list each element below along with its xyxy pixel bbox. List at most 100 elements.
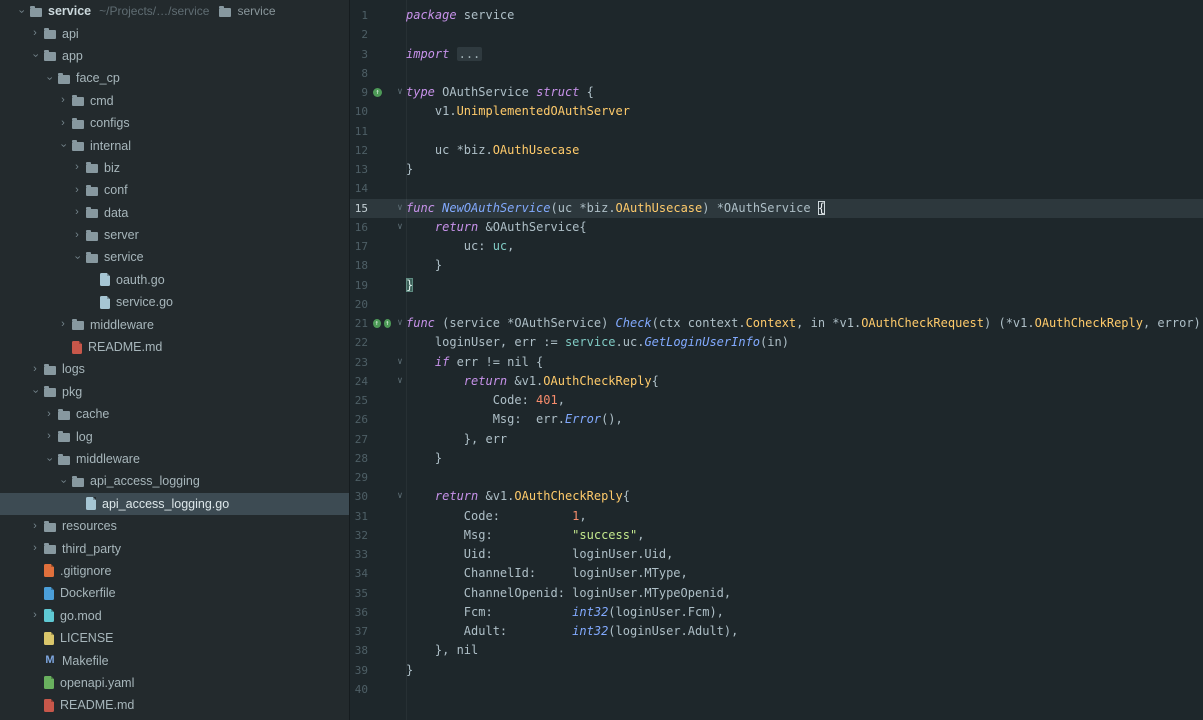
chevron-right-icon[interactable]: › (68, 230, 86, 241)
chevron-right-icon[interactable]: › (54, 118, 72, 129)
code-line[interactable]: 16∨ return &OAuthService{ (350, 218, 1203, 237)
code-line[interactable]: 12 uc *biz.OAuthUsecase (350, 141, 1203, 160)
line-number[interactable]: 9 (350, 83, 368, 102)
line-number[interactable]: 17 (350, 237, 368, 256)
line-number[interactable]: 29 (350, 468, 368, 487)
line-number[interactable]: 27 (350, 430, 368, 449)
line-number[interactable]: 20 (350, 295, 368, 314)
line-number[interactable]: 32 (350, 526, 368, 545)
code-line[interactable]: 24∨ return &v1.OAuthCheckReply{ (350, 372, 1203, 391)
fold-marker-icon[interactable]: ∨ (394, 353, 406, 372)
line-number[interactable]: 19 (350, 276, 368, 295)
line-number[interactable]: 14 (350, 179, 368, 198)
line-number[interactable]: 18 (350, 256, 368, 275)
chevron-right-icon[interactable]: › (26, 364, 44, 375)
tree-item-middleware[interactable]: ›middleware (0, 313, 349, 335)
tree-item-biz[interactable]: ›biz (0, 157, 349, 179)
chevron-down-icon[interactable]: › (58, 472, 69, 490)
tree-item-oauth-go[interactable]: oauth.go (0, 269, 349, 291)
line-number[interactable]: 23 (350, 353, 368, 372)
fold-marker-icon[interactable]: ∨ (394, 199, 406, 218)
tree-item-readme-md[interactable]: README.md (0, 336, 349, 358)
code-line[interactable]: 3import ... (350, 45, 1203, 64)
code-line[interactable]: 26 Msg: err.Error(), (350, 410, 1203, 429)
tree-item-data[interactable]: ›data (0, 202, 349, 224)
line-number[interactable]: 11 (350, 122, 368, 141)
tree-item-server[interactable]: ›server (0, 224, 349, 246)
line-number[interactable]: 22 (350, 333, 368, 352)
tree-item-cmd[interactable]: ›cmd (0, 90, 349, 112)
line-number[interactable]: 31 (350, 507, 368, 526)
code-editor[interactable]: 1package service23import ...89↑∨type OAu… (350, 0, 1203, 720)
code-line[interactable]: 38 }, nil (350, 641, 1203, 660)
code-line[interactable]: 15∨func NewOAuthService(uc *biz.OAuthUse… (350, 199, 1203, 218)
tree-item-service[interactable]: ›service (0, 246, 349, 268)
tree-item-service-go[interactable]: service.go (0, 291, 349, 313)
tree-item-app[interactable]: ›app (0, 45, 349, 67)
tree-item-logs[interactable]: ›logs (0, 358, 349, 380)
code-line[interactable]: 10 v1.UnimplementedOAuthServer (350, 102, 1203, 121)
code-line[interactable]: 28 } (350, 449, 1203, 468)
code-line[interactable]: 11 (350, 122, 1203, 141)
code-line[interactable]: 31 Code: 1, (350, 507, 1203, 526)
line-number[interactable]: 24 (350, 372, 368, 391)
line-number[interactable]: 33 (350, 545, 368, 564)
chevron-down-icon[interactable]: › (72, 248, 83, 266)
tree-item-log[interactable]: ›log (0, 425, 349, 447)
fold-marker-icon[interactable]: ∨ (394, 218, 406, 237)
line-number[interactable]: 3 (350, 45, 368, 64)
line-number[interactable]: 36 (350, 603, 368, 622)
implements-icon[interactable]: ↑ (373, 319, 381, 328)
line-number[interactable]: 39 (350, 661, 368, 680)
code-line[interactable]: 37 Adult: int32(loginUser.Adult), (350, 622, 1203, 641)
tree-item-api-access-logging-go[interactable]: api_access_logging.go (0, 493, 349, 515)
tree-item-dockerfile[interactable]: Dockerfile (0, 582, 349, 604)
tree-item-face-cp[interactable]: ›face_cp (0, 67, 349, 89)
tree-item-third-party[interactable]: ›third_party (0, 537, 349, 559)
line-number[interactable]: 10 (350, 102, 368, 121)
code-line[interactable]: 25 Code: 401, (350, 391, 1203, 410)
line-number[interactable]: 25 (350, 391, 368, 410)
chevron-right-icon[interactable]: › (26, 28, 44, 39)
overrides-icon[interactable]: ↑ (384, 319, 392, 328)
chevron-down-icon[interactable]: › (44, 450, 55, 468)
code-line[interactable]: 35 ChannelOpenid: loginUser.MTypeOpenid, (350, 584, 1203, 603)
line-number[interactable]: 37 (350, 622, 368, 641)
chevron-down-icon[interactable]: › (44, 69, 55, 87)
fold-marker-icon[interactable]: ∨ (394, 372, 406, 391)
code-line[interactable]: 23∨ if err != nil { (350, 353, 1203, 372)
chevron-right-icon[interactable]: › (54, 95, 72, 106)
line-number[interactable]: 16 (350, 218, 368, 237)
tree-item-makefile[interactable]: MMakefile (0, 649, 349, 671)
tree-item-openapi-yaml[interactable]: openapi.yaml (0, 672, 349, 694)
tree-item-resources[interactable]: ›resources (0, 515, 349, 537)
fold-marker-icon[interactable]: ∨ (394, 487, 406, 506)
chevron-right-icon[interactable]: › (54, 319, 72, 330)
code-line[interactable]: 33 Uid: loginUser.Uid, (350, 545, 1203, 564)
code-line[interactable]: 14 (350, 179, 1203, 198)
tree-item-pkg[interactable]: ›pkg (0, 381, 349, 403)
chevron-right-icon[interactable]: › (40, 431, 58, 442)
code-line[interactable]: 8 (350, 64, 1203, 83)
line-number[interactable]: 13 (350, 160, 368, 179)
line-number[interactable]: 34 (350, 564, 368, 583)
line-number[interactable]: 21 (350, 314, 368, 333)
tree-item-middleware[interactable]: ›middleware (0, 448, 349, 470)
code-line[interactable]: 2 (350, 25, 1203, 44)
tree-item-license[interactable]: LICENSE (0, 627, 349, 649)
chevron-down-icon[interactable]: › (16, 2, 27, 20)
tree-item-readme-md[interactable]: README.md (0, 694, 349, 716)
line-number[interactable]: 26 (350, 410, 368, 429)
line-number[interactable]: 8 (350, 64, 368, 83)
code-line[interactable]: 39} (350, 661, 1203, 680)
tree-root-row[interactable]: ›service~/Projects/…/serviceservice (0, 0, 349, 22)
line-number[interactable]: 28 (350, 449, 368, 468)
code-line[interactable]: 29 (350, 468, 1203, 487)
code-line[interactable]: 1package service (350, 6, 1203, 25)
code-line[interactable]: 27 }, err (350, 430, 1203, 449)
code-line[interactable]: 18 } (350, 256, 1203, 275)
code-line[interactable]: 13} (350, 160, 1203, 179)
implements-icon[interactable]: ↑ (373, 88, 382, 97)
tree-item--gitignore[interactable]: .gitignore (0, 560, 349, 582)
line-number[interactable]: 12 (350, 141, 368, 160)
